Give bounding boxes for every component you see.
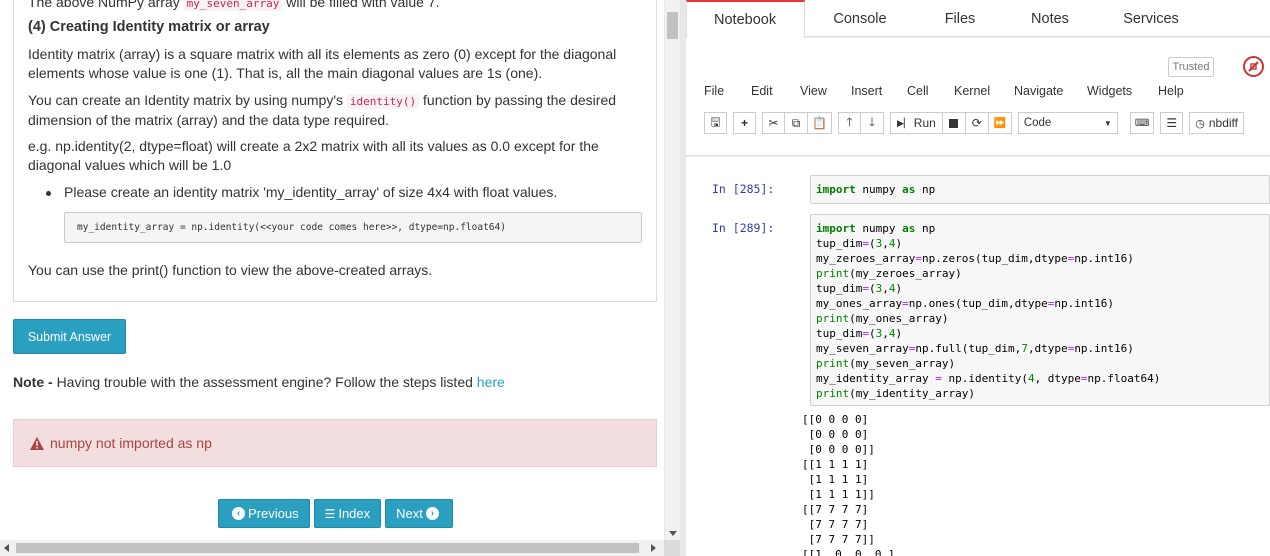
keyboard-icon[interactable]: ⌨ [1129, 112, 1155, 134]
code-snippet: my_identity_array = np.identity(<<your c… [64, 212, 642, 243]
cut-icon[interactable]: ✂ [762, 112, 785, 134]
workspace-tabs: Notebook Console Files Notes Services [686, 0, 1270, 38]
scroll-right-icon[interactable] [651, 544, 656, 552]
help-link[interactable]: here [477, 374, 505, 390]
chevron-left-icon: ‹ [232, 507, 245, 520]
cell-prompt: In [289]: [712, 221, 775, 235]
jupyter-header: Trusted File Edit View Insert Cell Kerne… [686, 38, 1270, 156]
add-cell-icon[interactable]: + [733, 112, 756, 134]
caret-down-icon: ▼ [1103, 118, 1112, 128]
list-icon[interactable]: ☰ [1160, 112, 1184, 134]
menu-navigate[interactable]: Navigate [1014, 84, 1087, 98]
menu-cell[interactable]: Cell [907, 84, 954, 98]
scrollbar-thumb[interactable] [667, 12, 678, 39]
menu-help[interactable]: Help [1158, 84, 1184, 98]
tab-services[interactable]: Services [1095, 0, 1207, 37]
scroll-left-icon[interactable] [4, 544, 9, 552]
kernel-status-icon [1243, 56, 1264, 77]
tab-files[interactable]: Files [915, 0, 1005, 37]
jupyter-menubar: File Edit View Insert Cell Kernel Naviga… [704, 84, 1184, 98]
move-up-icon[interactable]: 🡑 [837, 112, 861, 134]
menu-view[interactable]: View [800, 84, 851, 98]
step-forward-icon: ▶▏ [896, 117, 911, 128]
lesson-vertical-scrollbar[interactable] [664, 0, 680, 540]
paste-icon[interactable]: 📋 [808, 112, 832, 134]
previous-button[interactable]: ‹ Previous [218, 499, 310, 528]
code-cell-input[interactable]: import numpy as np tup_dim=(3,4) my_zero… [810, 214, 1270, 406]
assessment-note: Note - Having trouble with the assessmen… [13, 374, 505, 390]
chevron-right-icon: › [425, 507, 439, 520]
submit-answer-button[interactable]: Submit Answer [13, 319, 126, 354]
error-alert: numpy not imported as np [13, 419, 657, 467]
cell-type-select[interactable]: Code ▼ [1017, 112, 1118, 134]
menu-widgets[interactable]: Widgets [1087, 84, 1158, 98]
menu-insert[interactable]: Insert [851, 84, 907, 98]
section-heading: (4) Creating Identity matrix or array [28, 19, 270, 35]
copy-icon[interactable]: ⧉ [785, 112, 808, 134]
lesson-horizontal-scrollbar[interactable] [0, 540, 664, 556]
paragraph-print-hint: You can use the print() function to view… [28, 262, 433, 278]
tab-notebook[interactable]: Notebook [686, 0, 805, 38]
inline-code: my_seven_array [183, 0, 283, 11]
tab-notes[interactable]: Notes [1005, 0, 1095, 37]
nbdiff-button[interactable]: ◷ nbdiff [1189, 112, 1244, 134]
scrollbar-thumb[interactable] [16, 543, 639, 553]
next-button[interactable]: Next › [385, 499, 453, 528]
trusted-indicator[interactable]: Trusted [1168, 57, 1214, 77]
index-button[interactable]: ☰ Index [313, 499, 382, 528]
kernel-disconnected-icon [1248, 61, 1259, 72]
clock-icon: ◷ [1195, 117, 1205, 130]
jupyter-toolbar: 🖫 + ✂ ⧉ 📋 🡑 🡓 ▶▏ Run ⟳ ⏩ Code ▼ ⌨ ☰ ◷ nb… [704, 112, 1244, 134]
restart-icon[interactable]: ⟳ [965, 112, 989, 134]
bullet-dot [46, 190, 51, 196]
scroll-down-icon[interactable] [669, 531, 677, 536]
menu-edit[interactable]: Edit [751, 84, 800, 98]
move-down-icon[interactable]: 🡓 [860, 112, 884, 134]
pagination: ‹ Previous ☰ Index Next › [218, 499, 453, 528]
paragraph-identity-function: You can create an Identity matrix by usi… [28, 92, 617, 128]
menu-file[interactable]: File [704, 84, 751, 98]
lesson-top-line: The above NumPy array my_seven_array wil… [28, 0, 440, 11]
cell-output: [[0 0 0 0] [0 0 0 0] [0 0 0 0]] [[1 1 1 … [802, 413, 895, 556]
paragraph-example: e.g. np.identity(2, dtype=float) will cr… [28, 138, 599, 173]
workspace-pane: Notebook Console Files Notes Services Tr… [686, 0, 1270, 556]
tab-console[interactable]: Console [805, 0, 915, 37]
lesson-pane: The above NumPy array my_seven_array wil… [0, 0, 664, 540]
warning-icon [30, 436, 44, 450]
task-bullet: Please create an identity matrix 'my_ide… [46, 184, 557, 200]
cell-prompt: In [285]: [712, 182, 775, 196]
save-icon[interactable]: 🖫 [704, 112, 727, 134]
scrollbar-corner [664, 540, 680, 556]
code-cell-input[interactable]: import numpy as np [810, 175, 1270, 204]
stop-icon[interactable] [942, 112, 966, 134]
run-button[interactable]: ▶▏ Run [889, 112, 943, 134]
menu-kernel[interactable]: Kernel [954, 84, 1014, 98]
paragraph-identity-definition: Identity matrix (array) is a square matr… [28, 46, 617, 81]
fast-forward-icon[interactable]: ⏩ [988, 112, 1012, 134]
inline-code: identity() [346, 94, 420, 109]
list-icon: ☰ [324, 506, 336, 521]
